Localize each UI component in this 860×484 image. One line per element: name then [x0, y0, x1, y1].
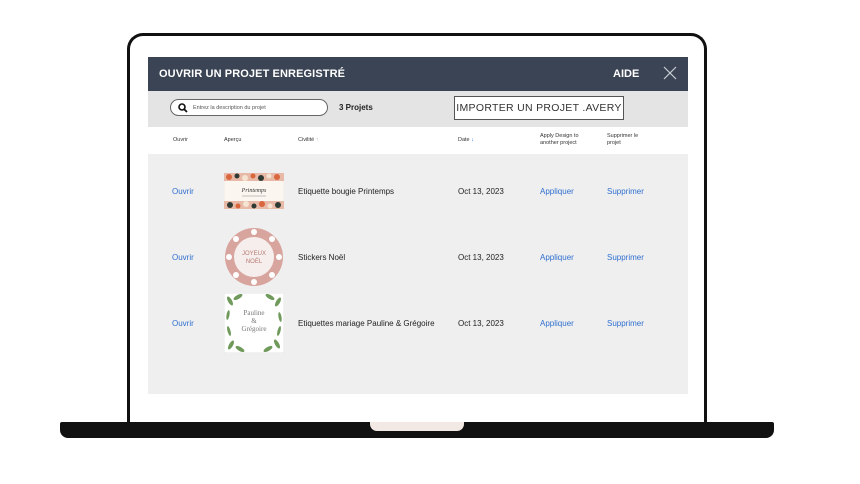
header-open: Ouvrir: [173, 137, 188, 143]
project-count: 3 Projets: [339, 103, 373, 112]
table-row: Ouvrir Printemps Etiquette bougie Printe…: [148, 161, 688, 221]
project-thumbnail[interactable]: JOYEUX NOËL: [224, 227, 284, 287]
close-icon[interactable]: [663, 66, 677, 80]
thumb-line1: JOYEUX: [242, 251, 266, 257]
project-date: Oct 13, 2023: [458, 187, 504, 196]
sort-up-icon: ↑: [315, 137, 319, 143]
apply-link[interactable]: Appliquer: [540, 253, 574, 262]
import-avery-project-button[interactable]: IMPORTER UN PROJET .AVERY: [454, 96, 624, 120]
flower-pattern-top: [224, 173, 284, 181]
thumb-line2: &: [251, 317, 257, 325]
table-row: Ouvrir JOYEUX NOËL Stickers Noël Oct 13,…: [148, 227, 688, 287]
apply-link[interactable]: Appliquer: [540, 187, 574, 196]
thumb-line3: Grégoire: [242, 325, 267, 333]
table-header: Ouvrir Aperçu Civilité ↑ Date ↓ Apply De…: [148, 127, 688, 154]
project-date: Oct 13, 2023: [458, 253, 504, 262]
project-date: Oct 13, 2023: [458, 319, 504, 328]
help-link[interactable]: AIDE: [613, 68, 639, 80]
header-apply: Apply Design to another project: [540, 133, 579, 146]
open-link[interactable]: Ouvrir: [172, 253, 194, 262]
laptop-notch: [370, 422, 464, 431]
dialog-toolbar: 3 Projets IMPORTER UN PROJET .AVERY: [148, 91, 688, 127]
thumb-line2: NOËL: [246, 258, 263, 265]
thumb-line1: Pauline: [244, 309, 265, 317]
flower-pattern-bottom: [224, 201, 284, 209]
project-name: Etiquettes mariage Pauline & Grégoire: [298, 319, 435, 328]
sort-down-icon: ↓: [471, 137, 474, 143]
header-preview: Aperçu: [224, 137, 242, 143]
header-date[interactable]: Date ↓: [458, 137, 474, 144]
dialog-titlebar: OUVRIR UN PROJET ENREGISTRÉ AIDE: [148, 57, 688, 91]
header-delete: Supprimer le projet: [607, 133, 639, 146]
project-name: Stickers Noël: [298, 253, 346, 262]
open-link[interactable]: Ouvrir: [172, 319, 194, 328]
apply-link[interactable]: Appliquer: [540, 319, 574, 328]
project-name: Etiquette bougie Printemps: [298, 187, 395, 196]
table-row: Ouvrir Pauline & Grégoire Etiquettes mar…: [148, 293, 688, 353]
search-icon: [178, 103, 188, 113]
open-link[interactable]: Ouvrir: [172, 187, 194, 196]
project-thumbnail[interactable]: Pauline & Grégoire: [224, 293, 284, 353]
project-thumbnail[interactable]: Printemps: [224, 173, 284, 209]
dialog-title: OUVRIR UN PROJET ENREGISTRÉ: [159, 68, 346, 80]
open-project-dialog: OUVRIR UN PROJET ENREGISTRÉ AIDE 3 Proje…: [148, 57, 688, 394]
delete-link[interactable]: Supprimer: [607, 319, 644, 328]
delete-link[interactable]: Supprimer: [607, 187, 644, 196]
delete-link[interactable]: Supprimer: [607, 253, 644, 262]
header-name[interactable]: Civilité ↑: [298, 137, 318, 144]
search-box: [170, 99, 328, 116]
thumb-title: Printemps: [241, 188, 267, 194]
search-input[interactable]: [193, 100, 321, 115]
